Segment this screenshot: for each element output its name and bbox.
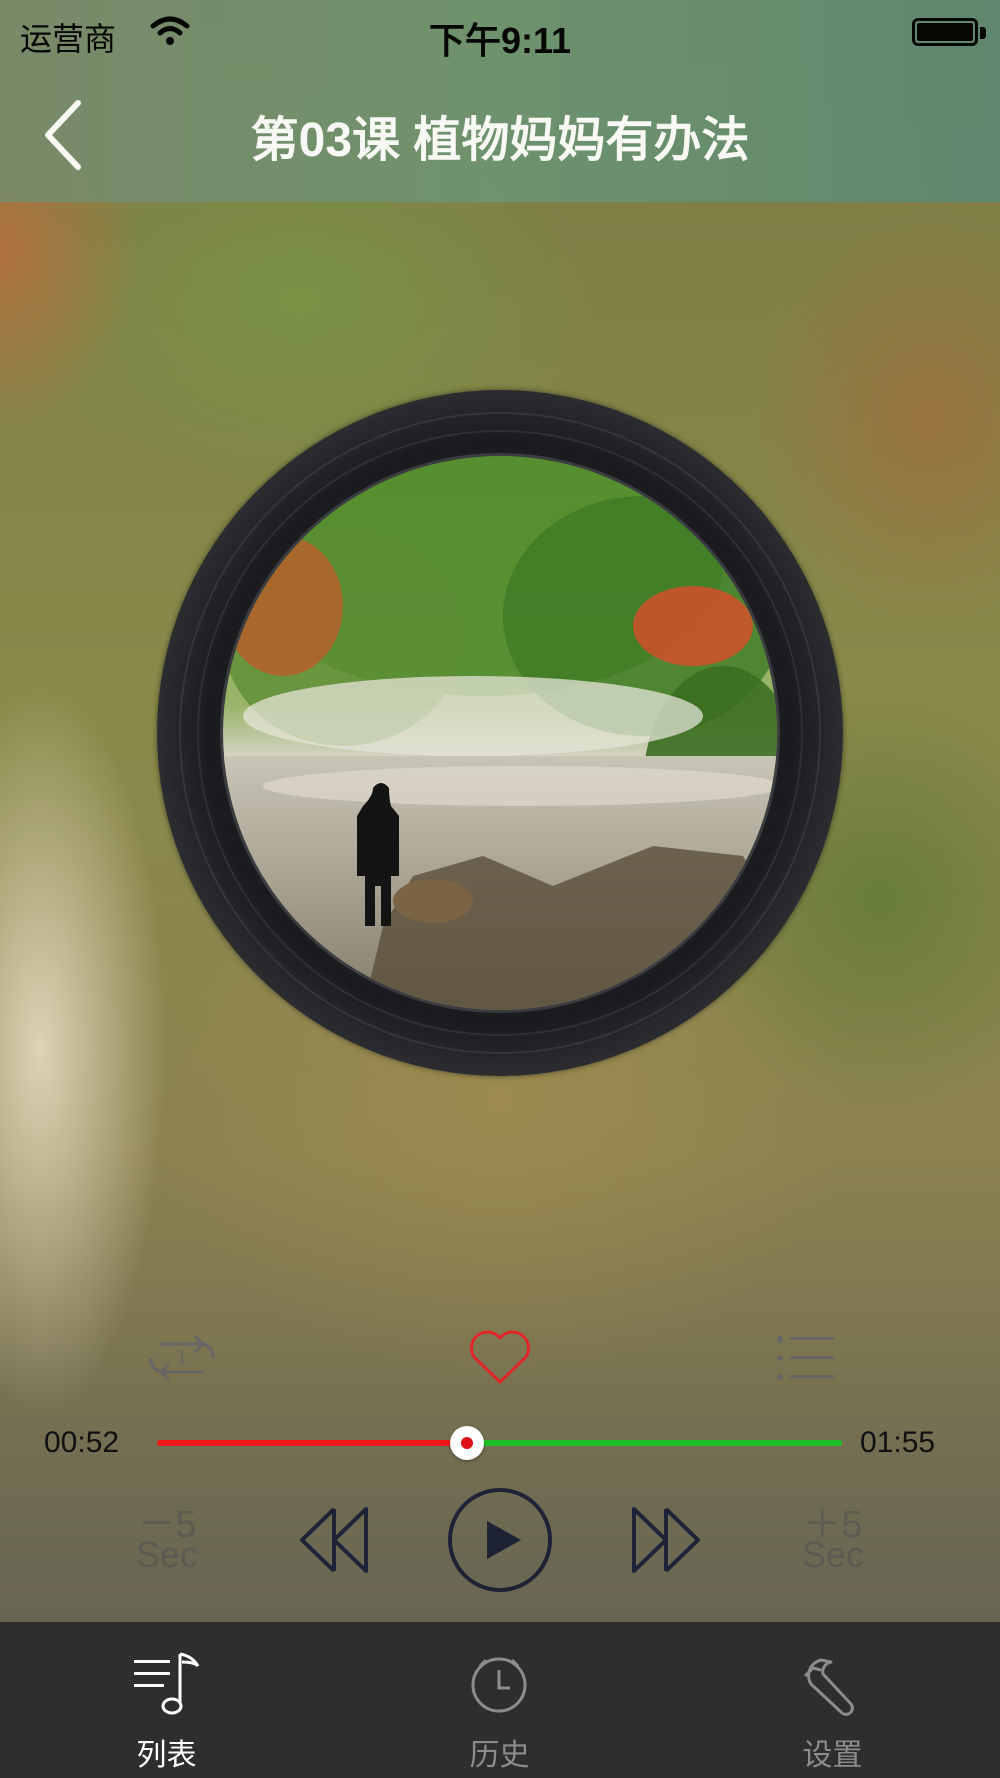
svg-text:1: 1: [176, 1348, 187, 1369]
playlist-button[interactable]: [776, 1334, 836, 1389]
heart-icon: [470, 1330, 530, 1384]
rewind-5-button[interactable]: －5 Sec: [122, 1506, 212, 1575]
progress-played: [157, 1440, 467, 1446]
fast-forward-icon: [632, 1507, 700, 1573]
tab-settings[interactable]: 设置: [666, 1622, 999, 1778]
progress-thumb[interactable]: [449, 1426, 484, 1460]
battery-tip: [980, 27, 986, 39]
rewind-5-unit: Sec: [135, 1534, 199, 1575]
battery-icon: [912, 18, 978, 46]
wrench-icon: [803, 1658, 854, 1716]
previous-button[interactable]: [298, 1505, 370, 1580]
play-button[interactable]: [447, 1487, 553, 1598]
current-time: 00:52: [44, 1426, 120, 1459]
play-icon: [448, 1488, 552, 1592]
music-list-icon: [134, 1652, 200, 1715]
clock-icon: [471, 1657, 527, 1713]
tab-bar: 列表 历史 设置: [0, 1622, 1000, 1778]
repeat-one-button[interactable]: 1: [145, 1330, 219, 1391]
tab-list-label: 列表: [136, 1739, 197, 1772]
list-icon: [777, 1336, 834, 1380]
page-title: 第03课 植物妈妈有办法: [250, 114, 750, 167]
tab-settings-label: 设置: [802, 1739, 863, 1772]
forward-5-unit: Sec: [801, 1534, 865, 1575]
clock-label: 下午9:11: [428, 20, 572, 61]
fast-rewind-icon: [300, 1507, 368, 1573]
album-artwork: [220, 453, 780, 1013]
total-time: 01:55: [860, 1426, 936, 1459]
forward-5-button[interactable]: ＋5 Sec: [788, 1506, 878, 1575]
tab-history[interactable]: 历史: [333, 1622, 666, 1778]
repeat-one-icon: 1: [149, 1334, 215, 1382]
favorite-button[interactable]: [467, 1328, 533, 1393]
nav-header: 运营商 下午9:11 第03课 植物妈妈有办法: [0, 0, 1000, 202]
tab-list[interactable]: 列表: [0, 1622, 333, 1778]
tab-history-label: 历史: [469, 1739, 530, 1772]
progress-slider[interactable]: [157, 1426, 842, 1460]
next-button[interactable]: [630, 1505, 702, 1580]
status-bar: 运营商 下午9:11: [0, 0, 1000, 70]
